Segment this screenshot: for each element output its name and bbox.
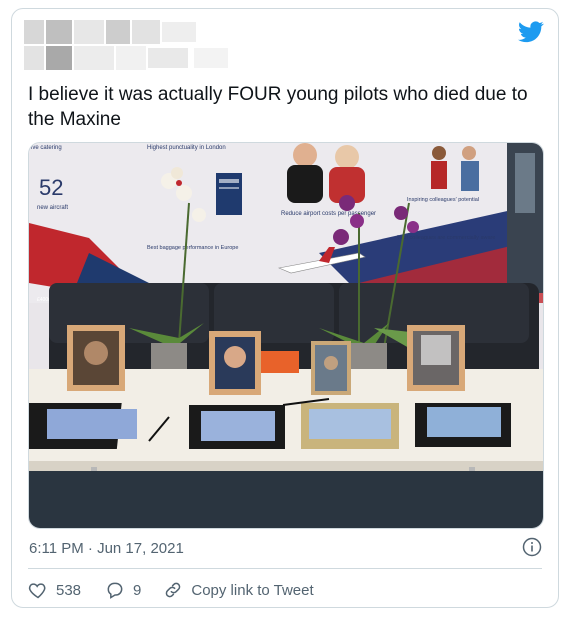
like-count: 538 (56, 581, 82, 599)
tweet-actions: 538 9 Copy link to Tweet (28, 577, 314, 603)
like-button[interactable]: 538 (28, 580, 81, 600)
tweet-text: I believe it was actually FOUR young pil… (28, 84, 528, 130)
tweet-card: I believe it was actually FOUR young pil… (11, 8, 559, 608)
copy-link-button[interactable]: Copy link to Tweet (163, 580, 314, 600)
link-icon (166, 582, 181, 598)
wall-baggage: Best baggage performance in Europe (147, 245, 238, 251)
reply-icon (107, 582, 123, 599)
wall-colleagues2: % of colleagues are commercially aware (397, 235, 495, 241)
redacted-user-header (24, 20, 229, 70)
wall-top-left: ive catering (31, 145, 62, 151)
memorial-table-photo: 52 new aircraft ive catering Highest pun… (29, 143, 543, 528)
reply-count: 9 (133, 581, 142, 599)
twitter-logo-icon[interactable] (518, 21, 544, 43)
wall-number: 52 (39, 175, 63, 200)
tweet-timestamp[interactable]: 6:11 PM · Jun 17, 2021 (29, 540, 184, 557)
info-icon[interactable] (522, 537, 542, 557)
divider (28, 568, 542, 569)
tweet-photo[interactable]: 52 new aircraft ive catering Highest pun… (28, 142, 544, 529)
copy-link-label: Copy link to Tweet (191, 581, 314, 599)
reply-button[interactable]: 9 (105, 580, 141, 600)
wall-punctuality: Highest punctuality in London (147, 145, 226, 151)
wall-colleagues: Inspiring colleagues' potential (407, 197, 479, 203)
wall-number-label: new aircraft (37, 205, 68, 211)
heart-icon (28, 583, 46, 599)
